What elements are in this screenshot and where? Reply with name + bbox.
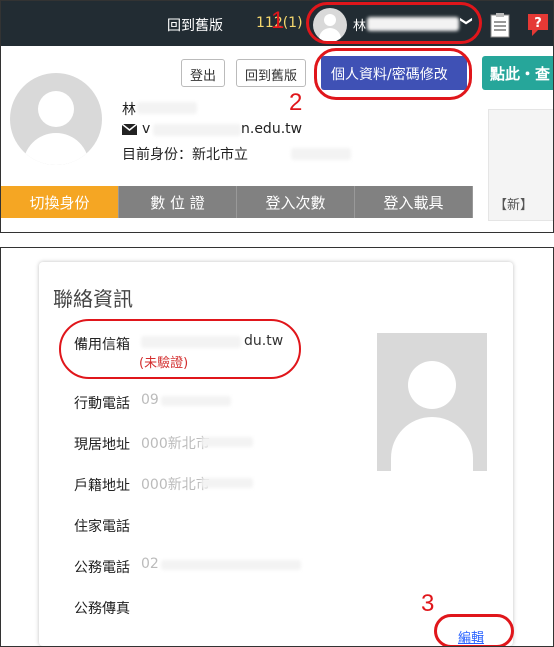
- household-address-label: 戶籍地址: [74, 478, 130, 494]
- office-phone-value: 02: [141, 556, 159, 572]
- residence-address-label: 現居地址: [74, 437, 130, 453]
- home-phone-label: 住家電話: [74, 519, 130, 535]
- redacted-backup-email: [141, 336, 241, 348]
- tab-switch-identity[interactable]: 切換身份: [1, 186, 119, 218]
- mobile-phone-value: 09: [141, 392, 159, 408]
- current-identity: 目前身份：新北市立: [122, 147, 248, 163]
- help-icon[interactable]: ?: [526, 12, 550, 38]
- household-address-value: 000新北市: [141, 477, 210, 493]
- edit-contact-link[interactable]: 編輯: [458, 627, 484, 646]
- card-title: 聯絡資訊: [53, 287, 133, 311]
- bottom-screenshot-panel: 聯絡資訊 備用信箱 du.tw (未驗證) 行動電話 09 現居地址 000新北…: [0, 247, 554, 647]
- mobile-phone-label: 行動電話: [74, 396, 130, 412]
- contact-photo-placeholder: [377, 333, 487, 471]
- redacted-identity: [291, 148, 351, 160]
- backup-email-value: du.tw: [244, 333, 284, 349]
- annotation-circle-2: [314, 48, 472, 100]
- profile-tabs: 切換身份 數 位 證 登入次數 登入載具: [1, 186, 473, 218]
- annotation-step-1: 1: [271, 7, 285, 34]
- tab-digital-certificate[interactable]: 數 位 證: [119, 186, 237, 218]
- svg-text:?: ?: [534, 16, 542, 31]
- logout-button[interactable]: 登出: [181, 59, 226, 87]
- residence-address-value: 000新北市: [141, 436, 210, 452]
- office-phone-label: 公務電話: [74, 560, 130, 576]
- annotation-step-2: 2: [289, 89, 303, 116]
- annotation-circle-1: [306, 2, 482, 44]
- profile-name: 林: [122, 102, 136, 118]
- mail-icon: [122, 124, 137, 135]
- redacted-household: [201, 478, 253, 488]
- backup-email-label: 備用信箱: [74, 337, 130, 353]
- profile-email-prefix: v: [142, 121, 151, 137]
- annotation-step-3: 3: [421, 590, 435, 617]
- tab-login-count[interactable]: 登入次數: [237, 186, 355, 218]
- top-screenshot-panel: 回到舊版 112(1) 林 ❯ ? 1 登出 回到舊版 個人資料/密碼修改 點此…: [0, 0, 554, 233]
- old-version-button[interactable]: 回到舊版: [236, 59, 307, 87]
- redacted-profile-name: [137, 102, 197, 114]
- unverified-badge: (未驗證): [139, 356, 189, 371]
- redacted-mobile: [161, 396, 231, 406]
- redacted-office-phone: [161, 560, 301, 570]
- click-here-button[interactable]: 點此・查: [482, 56, 553, 90]
- redacted-residence: [201, 437, 253, 447]
- clipboard-icon[interactable]: [489, 12, 511, 38]
- user-avatar-large: [10, 73, 102, 165]
- tab-login-devices[interactable]: 登入載具: [355, 186, 473, 218]
- office-fax-label: 公務傳真: [74, 601, 130, 617]
- profile-email-suffix: n.edu.tw: [241, 121, 303, 137]
- back-to-old-version-link[interactable]: 回到舊版: [167, 15, 223, 35]
- background-card-text: 【新】: [494, 198, 534, 213]
- redacted-email: [153, 124, 241, 136]
